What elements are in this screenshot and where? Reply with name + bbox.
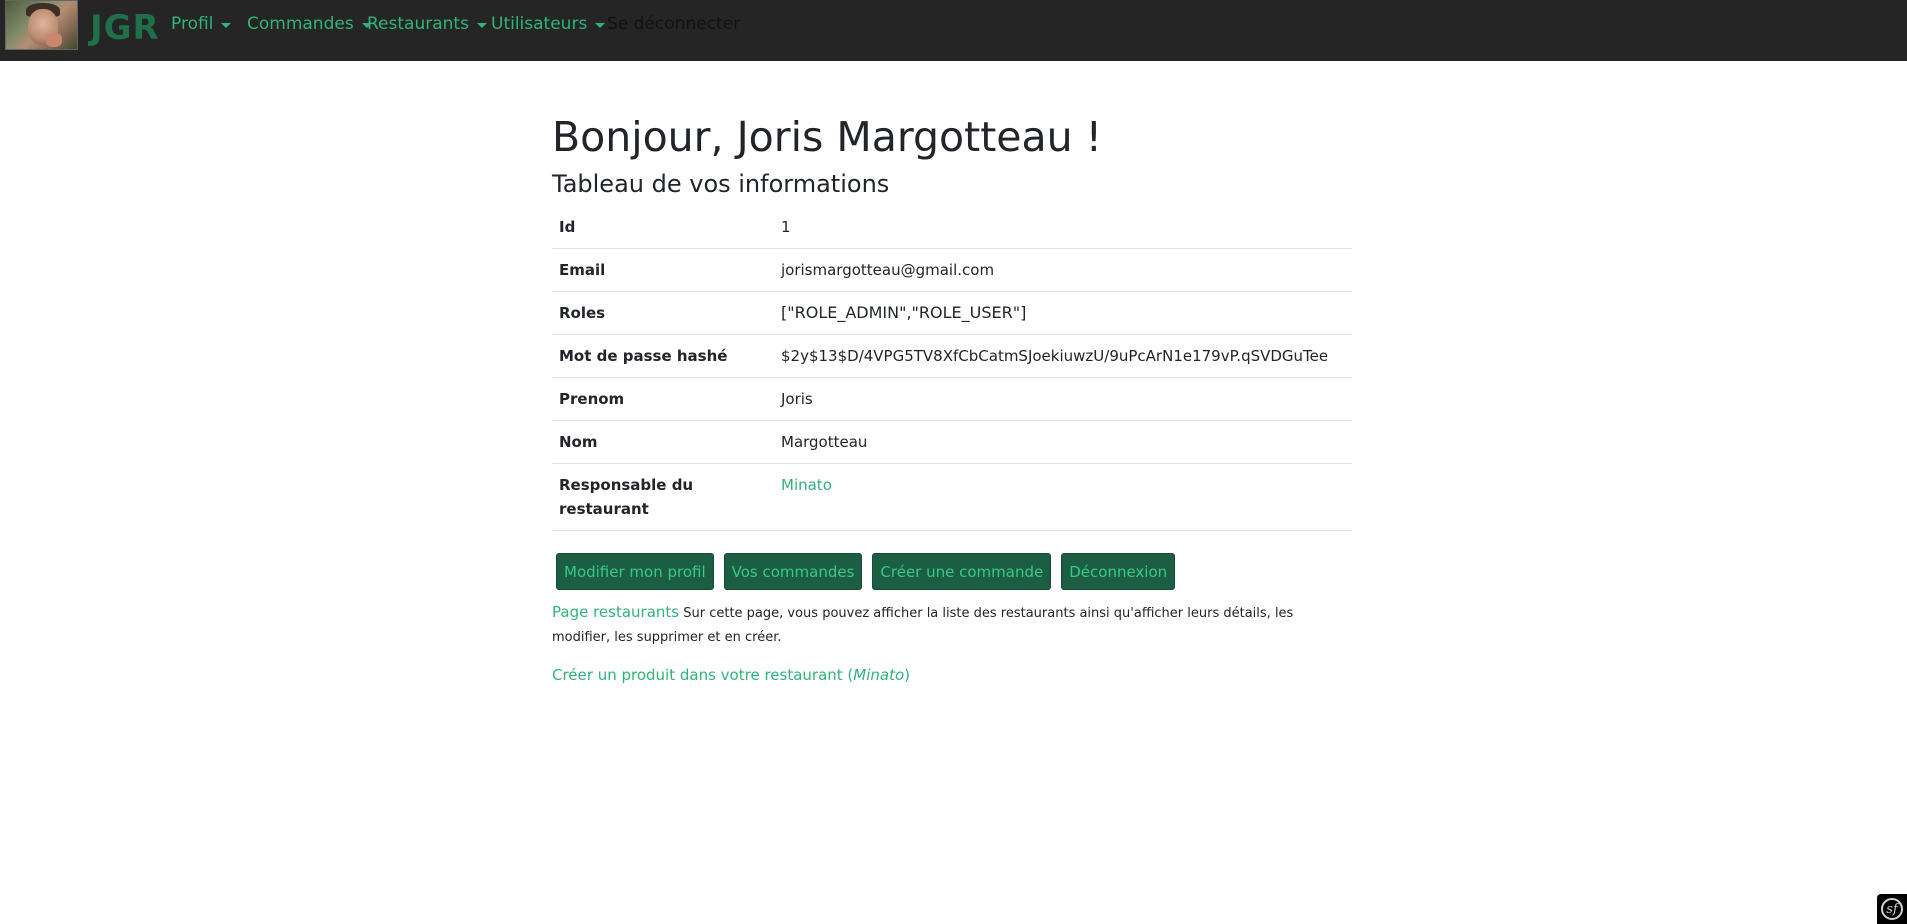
nav-utilisateurs[interactable]: Utilisateurs — [491, 14, 606, 34]
row-value: $2y$13$D/4VPG5TV8XfCbCatmSJoekiuwzU/9uPc… — [781, 347, 1329, 365]
symfony-icon: sf — [1881, 898, 1903, 920]
row-value-cell: Minato — [774, 464, 1352, 531]
table-row: Nom Margotteau — [552, 421, 1352, 464]
row-label: Responsable du restaurant — [559, 476, 694, 518]
restaurant-link[interactable]: Minato — [781, 476, 832, 494]
table-row: Id 1 — [552, 206, 1352, 249]
table-row: Mot de passe hashé $2y$13$D/4VPG5TV8XfCb… — [552, 335, 1352, 378]
nav-utilisateurs-label: Utilisateurs — [491, 14, 588, 34]
table-row: Roles ["ROLE_ADMIN","ROLE_USER"] — [552, 292, 1352, 335]
create-product-restaurant: Minato — [853, 666, 905, 684]
row-value: Margotteau — [781, 433, 868, 451]
action-buttons: Modifier mon profil Vos commandes Créer … — [556, 553, 1352, 590]
page-subtitle: Tableau de vos informations — [552, 170, 890, 198]
nav-logout-link[interactable]: Se déconnecter — [607, 14, 740, 34]
page-title: Bonjour, Joris Margotteau ! — [552, 113, 1103, 161]
row-value: jorismargotteau@gmail.com — [781, 261, 995, 279]
nav-restaurants[interactable]: Restaurants — [367, 14, 487, 34]
table-row: Responsable du restaurant Minato — [552, 464, 1352, 531]
row-label: Nom — [559, 433, 598, 451]
restaurants-page-link[interactable]: Page restaurants — [552, 603, 679, 621]
nav-commandes[interactable]: Commandes — [247, 14, 372, 34]
main-content: Bonjour, Joris Margotteau ! Tableau de v… — [552, 110, 1352, 687]
row-label: Id — [559, 218, 576, 236]
chevron-down-icon — [476, 22, 487, 28]
nav-commandes-label: Commandes — [247, 14, 354, 34]
row-value: Joris — [781, 390, 813, 408]
chevron-down-icon — [221, 22, 232, 28]
row-label: Mot de passe hashé — [559, 347, 728, 365]
edit-profile-button[interactable]: Modifier mon profil — [556, 553, 714, 590]
table-row: Email jorismargotteau@gmail.com — [552, 249, 1352, 292]
nav-profil[interactable]: Profil — [171, 14, 232, 34]
my-orders-button[interactable]: Vos commandes — [723, 553, 863, 590]
create-product-prefix: Créer un produit dans votre restaurant ( — [552, 666, 854, 684]
create-product-suffix: ) — [904, 666, 911, 684]
row-label: Prenom — [559, 390, 625, 408]
user-info-table: Id 1 Email jorismargotteau@gmail.com Rol… — [552, 206, 1352, 531]
nav-profil-label: Profil — [171, 14, 214, 34]
logout-button[interactable]: Déconnexion — [1061, 553, 1176, 590]
row-label: Email — [559, 261, 606, 279]
restaurants-description: Page restaurants Sur cette page, vous po… — [552, 600, 1352, 650]
table-row: Prenom Joris — [552, 378, 1352, 421]
create-product-link[interactable]: Créer un produit dans votre restaurant (… — [552, 663, 1352, 687]
brand-logo[interactable]: JGR — [90, 8, 160, 48]
nav-restaurants-label: Restaurants — [367, 14, 469, 34]
top-navbar: JGR Profil Commandes Restaurants Utilisa… — [0, 0, 1907, 61]
chevron-down-icon — [595, 22, 606, 28]
row-value: ["ROLE_ADMIN","ROLE_USER"] — [781, 303, 1027, 322]
avatar-hand — [46, 33, 62, 47]
create-order-button[interactable]: Créer une commande — [872, 553, 1052, 590]
row-label: Roles — [559, 304, 606, 322]
row-value: 1 — [781, 218, 791, 236]
avatar[interactable] — [5, 0, 78, 50]
symfony-toolbar-toggle[interactable]: sf — [1877, 894, 1907, 924]
